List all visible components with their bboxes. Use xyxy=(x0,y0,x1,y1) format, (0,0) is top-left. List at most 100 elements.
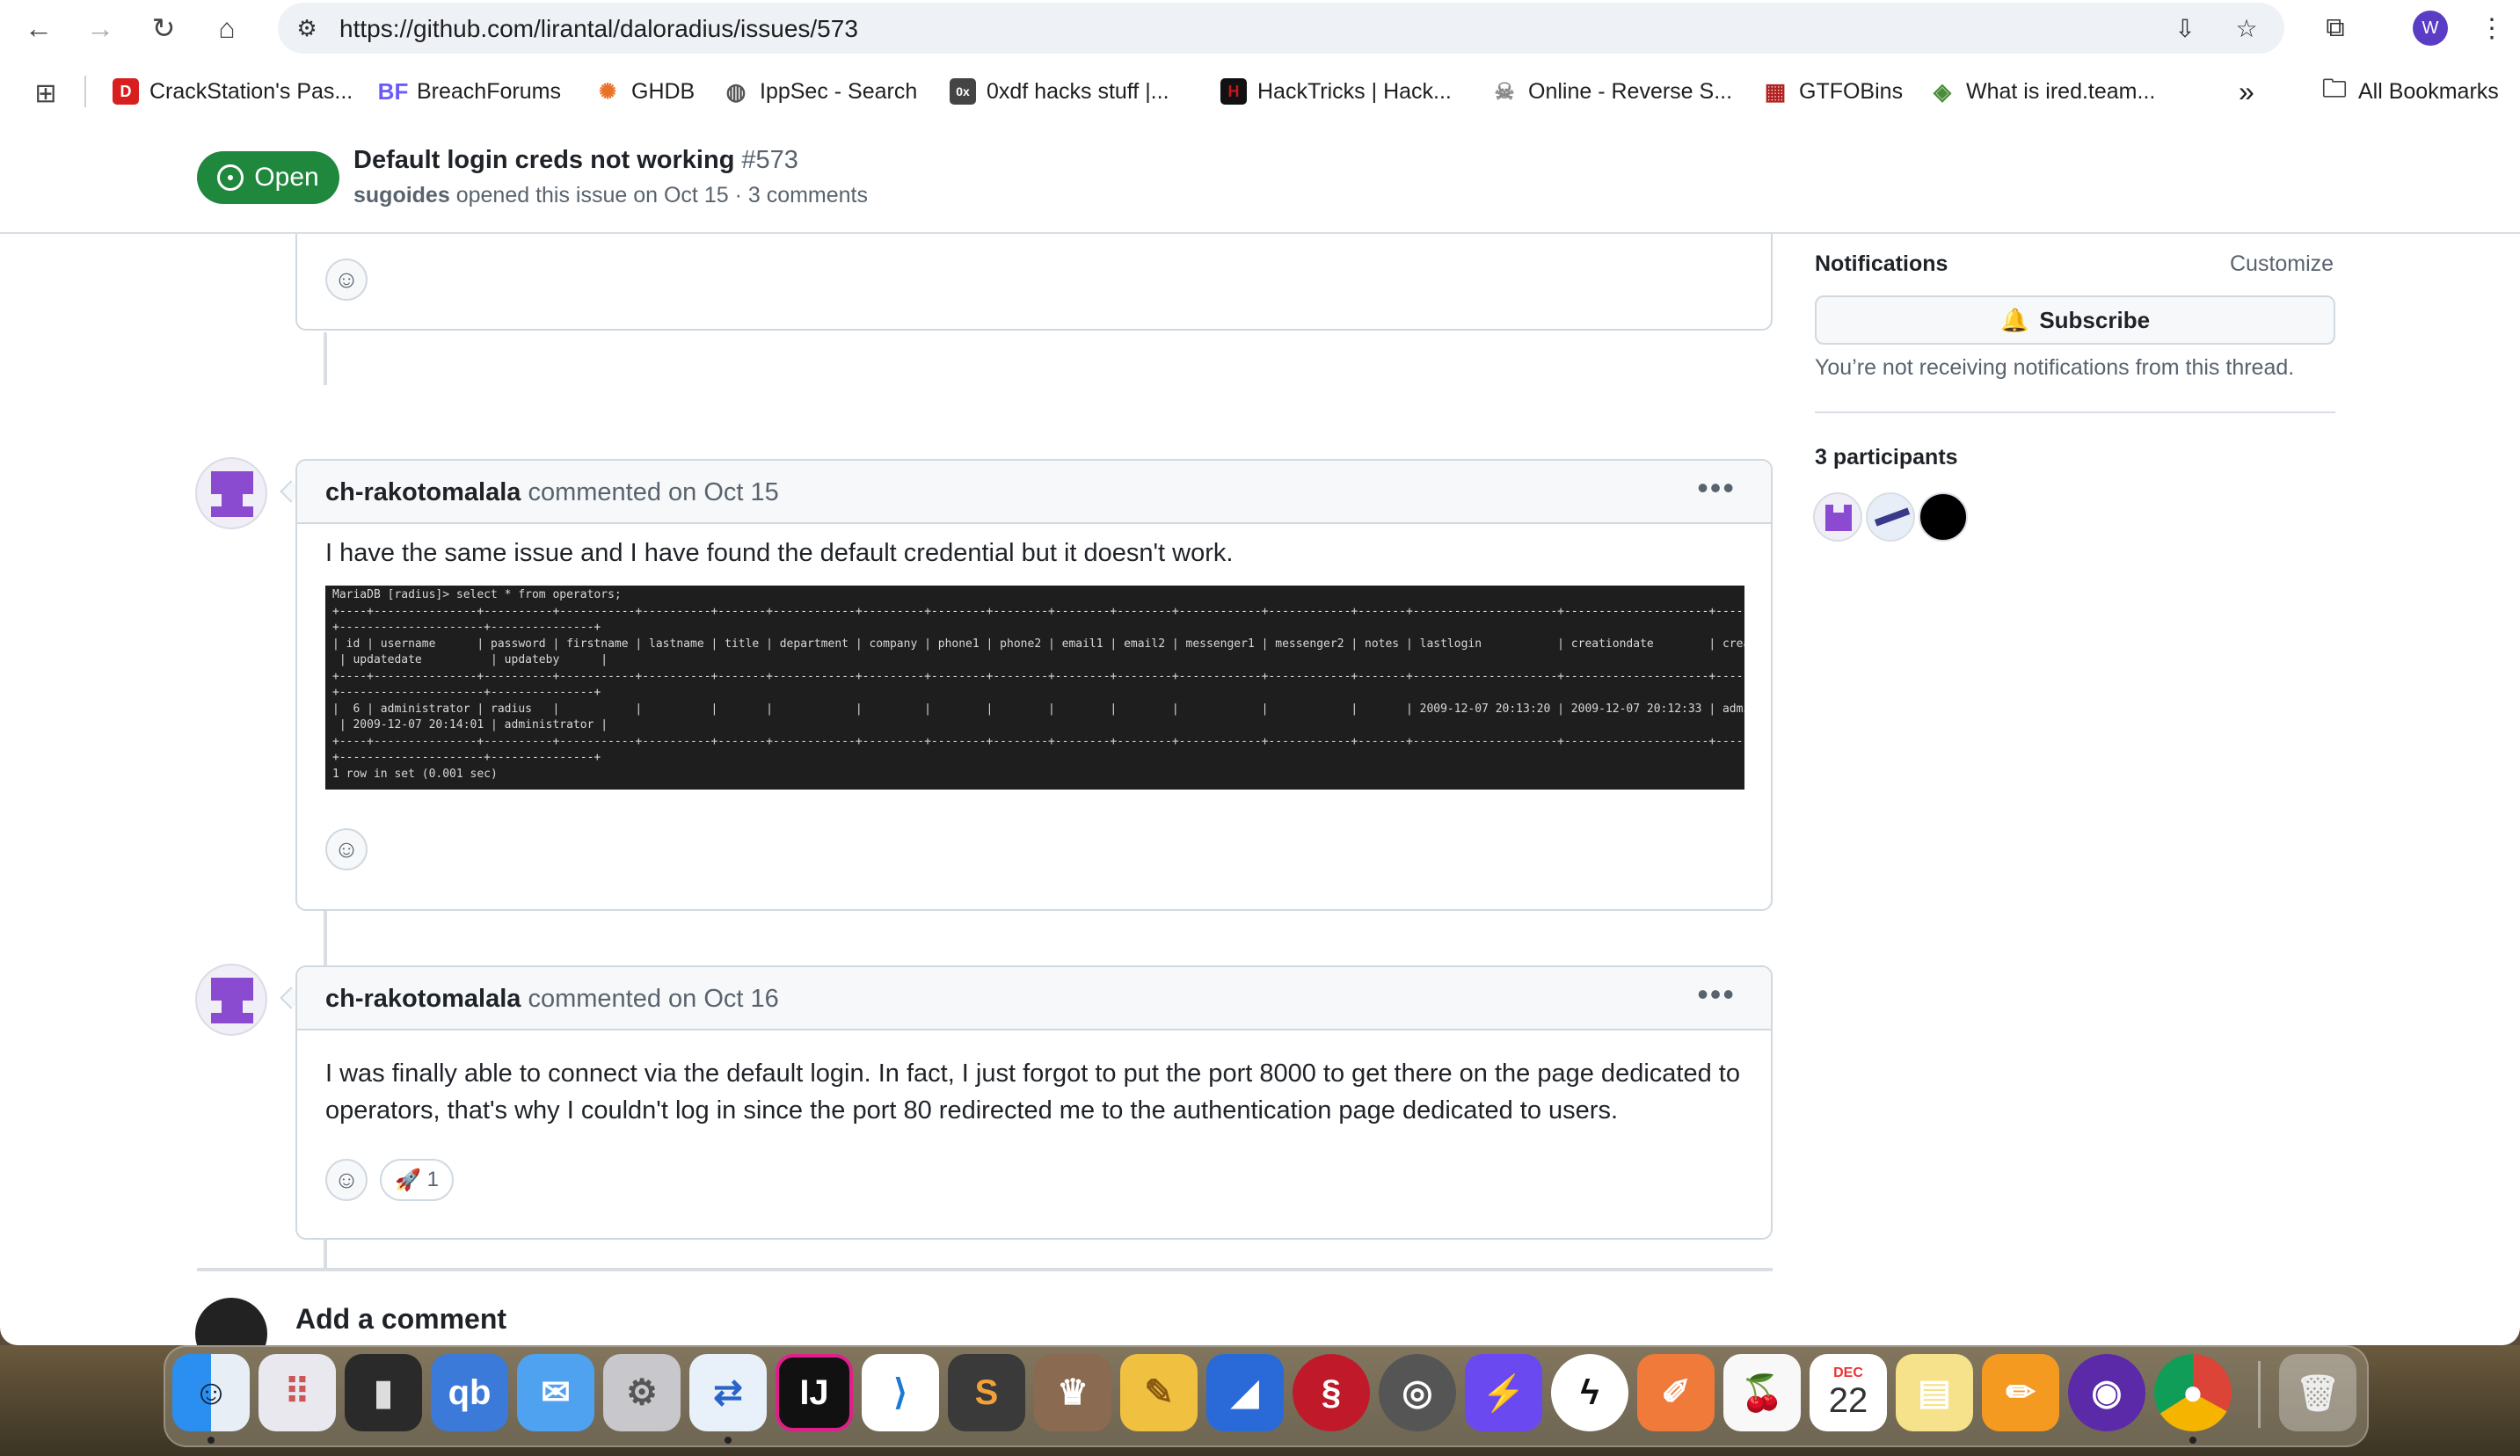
notes-icon[interactable]: ▤ xyxy=(1896,1354,1973,1431)
portrait-app-icon[interactable]: ♛ xyxy=(1034,1354,1111,1431)
url-text[interactable]: https://github.com/lirantal/daloradius/i… xyxy=(339,15,858,43)
intellij-icon[interactable]: IJ xyxy=(776,1354,853,1431)
bookmark-item[interactable]: ☠ Online - Reverse S... xyxy=(1491,76,1732,107)
browser-chrome: ← → ↻ ⌂ ⚙ https://github.com/lirantal/da… xyxy=(0,0,2520,128)
app-running-indicator xyxy=(725,1437,732,1444)
home-icon[interactable]: ⌂ xyxy=(206,7,248,49)
calendar-icon[interactable]: DEC 22 xyxy=(1810,1354,1887,1431)
timeline-line xyxy=(324,332,327,385)
participant-avatar[interactable] xyxy=(1866,492,1915,542)
firefox-icon[interactable]: ◉ xyxy=(2068,1354,2145,1431)
issue-state-badge: Open xyxy=(197,151,339,204)
crackstation-icon: D xyxy=(113,78,139,105)
customize-link[interactable]: Customize xyxy=(2230,251,2334,277)
comment-author-link[interactable]: ch-rakotomalala xyxy=(325,985,521,1013)
timeline-line xyxy=(324,1240,327,1270)
editor-app-icon[interactable]: ✐ xyxy=(1637,1354,1715,1431)
back-arrow-icon[interactable]: ← xyxy=(18,7,60,49)
participant-avatar[interactable] xyxy=(1813,492,1862,542)
finder-icon[interactable]: ☺ xyxy=(172,1354,250,1431)
bookmark-label: HackTricks | Hack... xyxy=(1257,78,1452,104)
terminal-screenshot: MariaDB [radius]> select * from operator… xyxy=(325,586,1744,790)
finder-running-indicator xyxy=(208,1437,215,1444)
bookmark-item[interactable]: D CrackStation's Pas... xyxy=(113,76,353,107)
chrome-running-indicator xyxy=(2189,1437,2196,1444)
hacktricks-icon: H xyxy=(1220,78,1247,105)
commenter-avatar[interactable] xyxy=(195,964,267,1036)
bookmark-star-icon[interactable]: ☆ xyxy=(2230,11,2263,45)
issue-meta-text: opened this issue on Oct 15 · 3 comments xyxy=(455,183,869,207)
issue-state-label: Open xyxy=(254,163,319,192)
bookmark-item[interactable]: ✺ GHDB xyxy=(594,76,695,107)
comment-author-link[interactable]: ch-rakotomalala xyxy=(325,478,521,506)
gtfobins-icon: ▦ xyxy=(1764,77,1787,105)
bookmark-item[interactable]: ◍ IppSec - Search xyxy=(723,76,918,107)
mail-icon[interactable]: ✉ xyxy=(517,1354,594,1431)
reload-icon[interactable]: ↻ xyxy=(142,7,185,49)
commenter-avatar[interactable] xyxy=(195,457,267,529)
profile-avatar[interactable]: W xyxy=(2413,11,2448,46)
subscribe-label: Subscribe xyxy=(2039,306,2151,333)
breachforums-icon: BF xyxy=(377,77,409,105)
comment-card: ch-rakotomalala commented on Oct 15 ••• … xyxy=(295,459,1773,911)
wireshark-icon[interactable]: ◢ xyxy=(1206,1354,1284,1431)
bookmark-item[interactable]: ◈ What is ired.team... xyxy=(1929,76,2155,107)
cherry-icon[interactable]: 🍒 xyxy=(1723,1354,1801,1431)
reaction-count: 1 xyxy=(426,1168,439,1191)
add-reaction-button[interactable]: ☺ xyxy=(325,1159,368,1201)
lightning-app-icon[interactable]: ϟ xyxy=(1551,1354,1628,1431)
vscode-icon[interactable]: ⟩ xyxy=(862,1354,939,1431)
issue-meta: sugoides opened this issue on Oct 15 · 3… xyxy=(353,183,868,208)
browser-toolbar: ← → ↻ ⌂ ⚙ https://github.com/lirantal/da… xyxy=(0,0,2520,56)
launchpad-icon[interactable]: ⠿ xyxy=(259,1354,336,1431)
address-bar[interactable]: ⚙ https://github.com/lirantal/daloradius… xyxy=(278,3,2284,54)
add-reaction-button[interactable]: ☺ xyxy=(325,828,368,870)
add-reaction-button[interactable]: ☺ xyxy=(325,258,368,301)
comment-header: ch-rakotomalala commented on Oct 16 ••• xyxy=(297,967,1771,1030)
comment-body: I have the same issue and I have found t… xyxy=(325,539,1234,567)
participant-avatar[interactable] xyxy=(1919,492,1968,542)
pencil-app-icon[interactable]: ✎ xyxy=(1120,1354,1198,1431)
bolt-app-icon[interactable]: ⚡ xyxy=(1465,1354,1542,1431)
subscribe-button[interactable]: 🔔 Subscribe xyxy=(1815,295,2335,345)
system-settings-icon[interactable]: ⚙ xyxy=(603,1354,681,1431)
bookmark-item[interactable]: 0x 0xdf hacks stuff |... xyxy=(950,76,1169,107)
browser-menu-icon[interactable]: ⋮ xyxy=(2473,9,2511,47)
apps-grid-icon[interactable]: ⊞ xyxy=(25,72,67,114)
archive-utility-icon[interactable]: ▮ xyxy=(345,1354,422,1431)
forward-arrow-icon[interactable]: → xyxy=(79,7,121,49)
comment-timestamp[interactable]: commented on Oct 16 xyxy=(528,985,778,1013)
comment-options-icon[interactable]: ••• xyxy=(1697,976,1736,1013)
timeline-divider xyxy=(197,1268,1773,1271)
notification-status-text: You’re not receiving notifications from … xyxy=(1815,355,2295,380)
trash-icon[interactable]: 🗑 xyxy=(2279,1354,2356,1431)
issue-title[interactable]: Default login creds not working #573 xyxy=(353,146,798,175)
issue-title-text: Default login creds not working xyxy=(353,146,735,174)
qbittorrent-icon[interactable]: qb xyxy=(431,1354,508,1431)
comment-timestamp[interactable]: commented on Oct 15 xyxy=(528,478,778,506)
extensions-icon[interactable]: ⧉ xyxy=(2316,9,2355,47)
issue-author-link[interactable]: sugoides xyxy=(353,183,450,207)
rocket-reaction-button[interactable]: 🚀 1 xyxy=(380,1159,454,1201)
issue-open-icon xyxy=(217,164,244,191)
pages-icon[interactable]: ✏ xyxy=(1982,1354,2059,1431)
bookmarks-overflow-button[interactable]: » xyxy=(2239,76,2254,107)
install-app-icon[interactable]: ⇩ xyxy=(2168,11,2202,45)
add-comment-heading: Add a comment xyxy=(295,1303,507,1335)
network-app-icon[interactable]: ⇄ xyxy=(689,1354,767,1431)
calendar-day: 22 xyxy=(1828,1380,1868,1420)
globe-icon: ◍ xyxy=(725,77,747,105)
comment-options-icon[interactable]: ••• xyxy=(1697,470,1736,506)
site-info-icon[interactable]: ⚙ xyxy=(290,11,324,45)
utility-icon[interactable]: ◎ xyxy=(1379,1354,1456,1431)
all-bookmarks-button[interactable]: 🗀 All Bookmarks xyxy=(2321,75,2499,107)
bookmark-item[interactable]: ▦ GTFOBins xyxy=(1762,76,1903,107)
bookmark-label: Online - Reverse S... xyxy=(1528,78,1733,104)
burp-icon[interactable]: § xyxy=(1293,1354,1370,1431)
bookmark-item[interactable]: BF BreachForums xyxy=(377,76,561,107)
chrome-icon[interactable]: ● xyxy=(2154,1354,2232,1431)
bookmark-item[interactable]: H HackTricks | Hack... xyxy=(1220,76,1452,107)
sublime-text-icon[interactable]: S xyxy=(948,1354,1025,1431)
bookmark-separator xyxy=(84,76,86,107)
rocket-icon: 🚀 xyxy=(395,1168,421,1192)
